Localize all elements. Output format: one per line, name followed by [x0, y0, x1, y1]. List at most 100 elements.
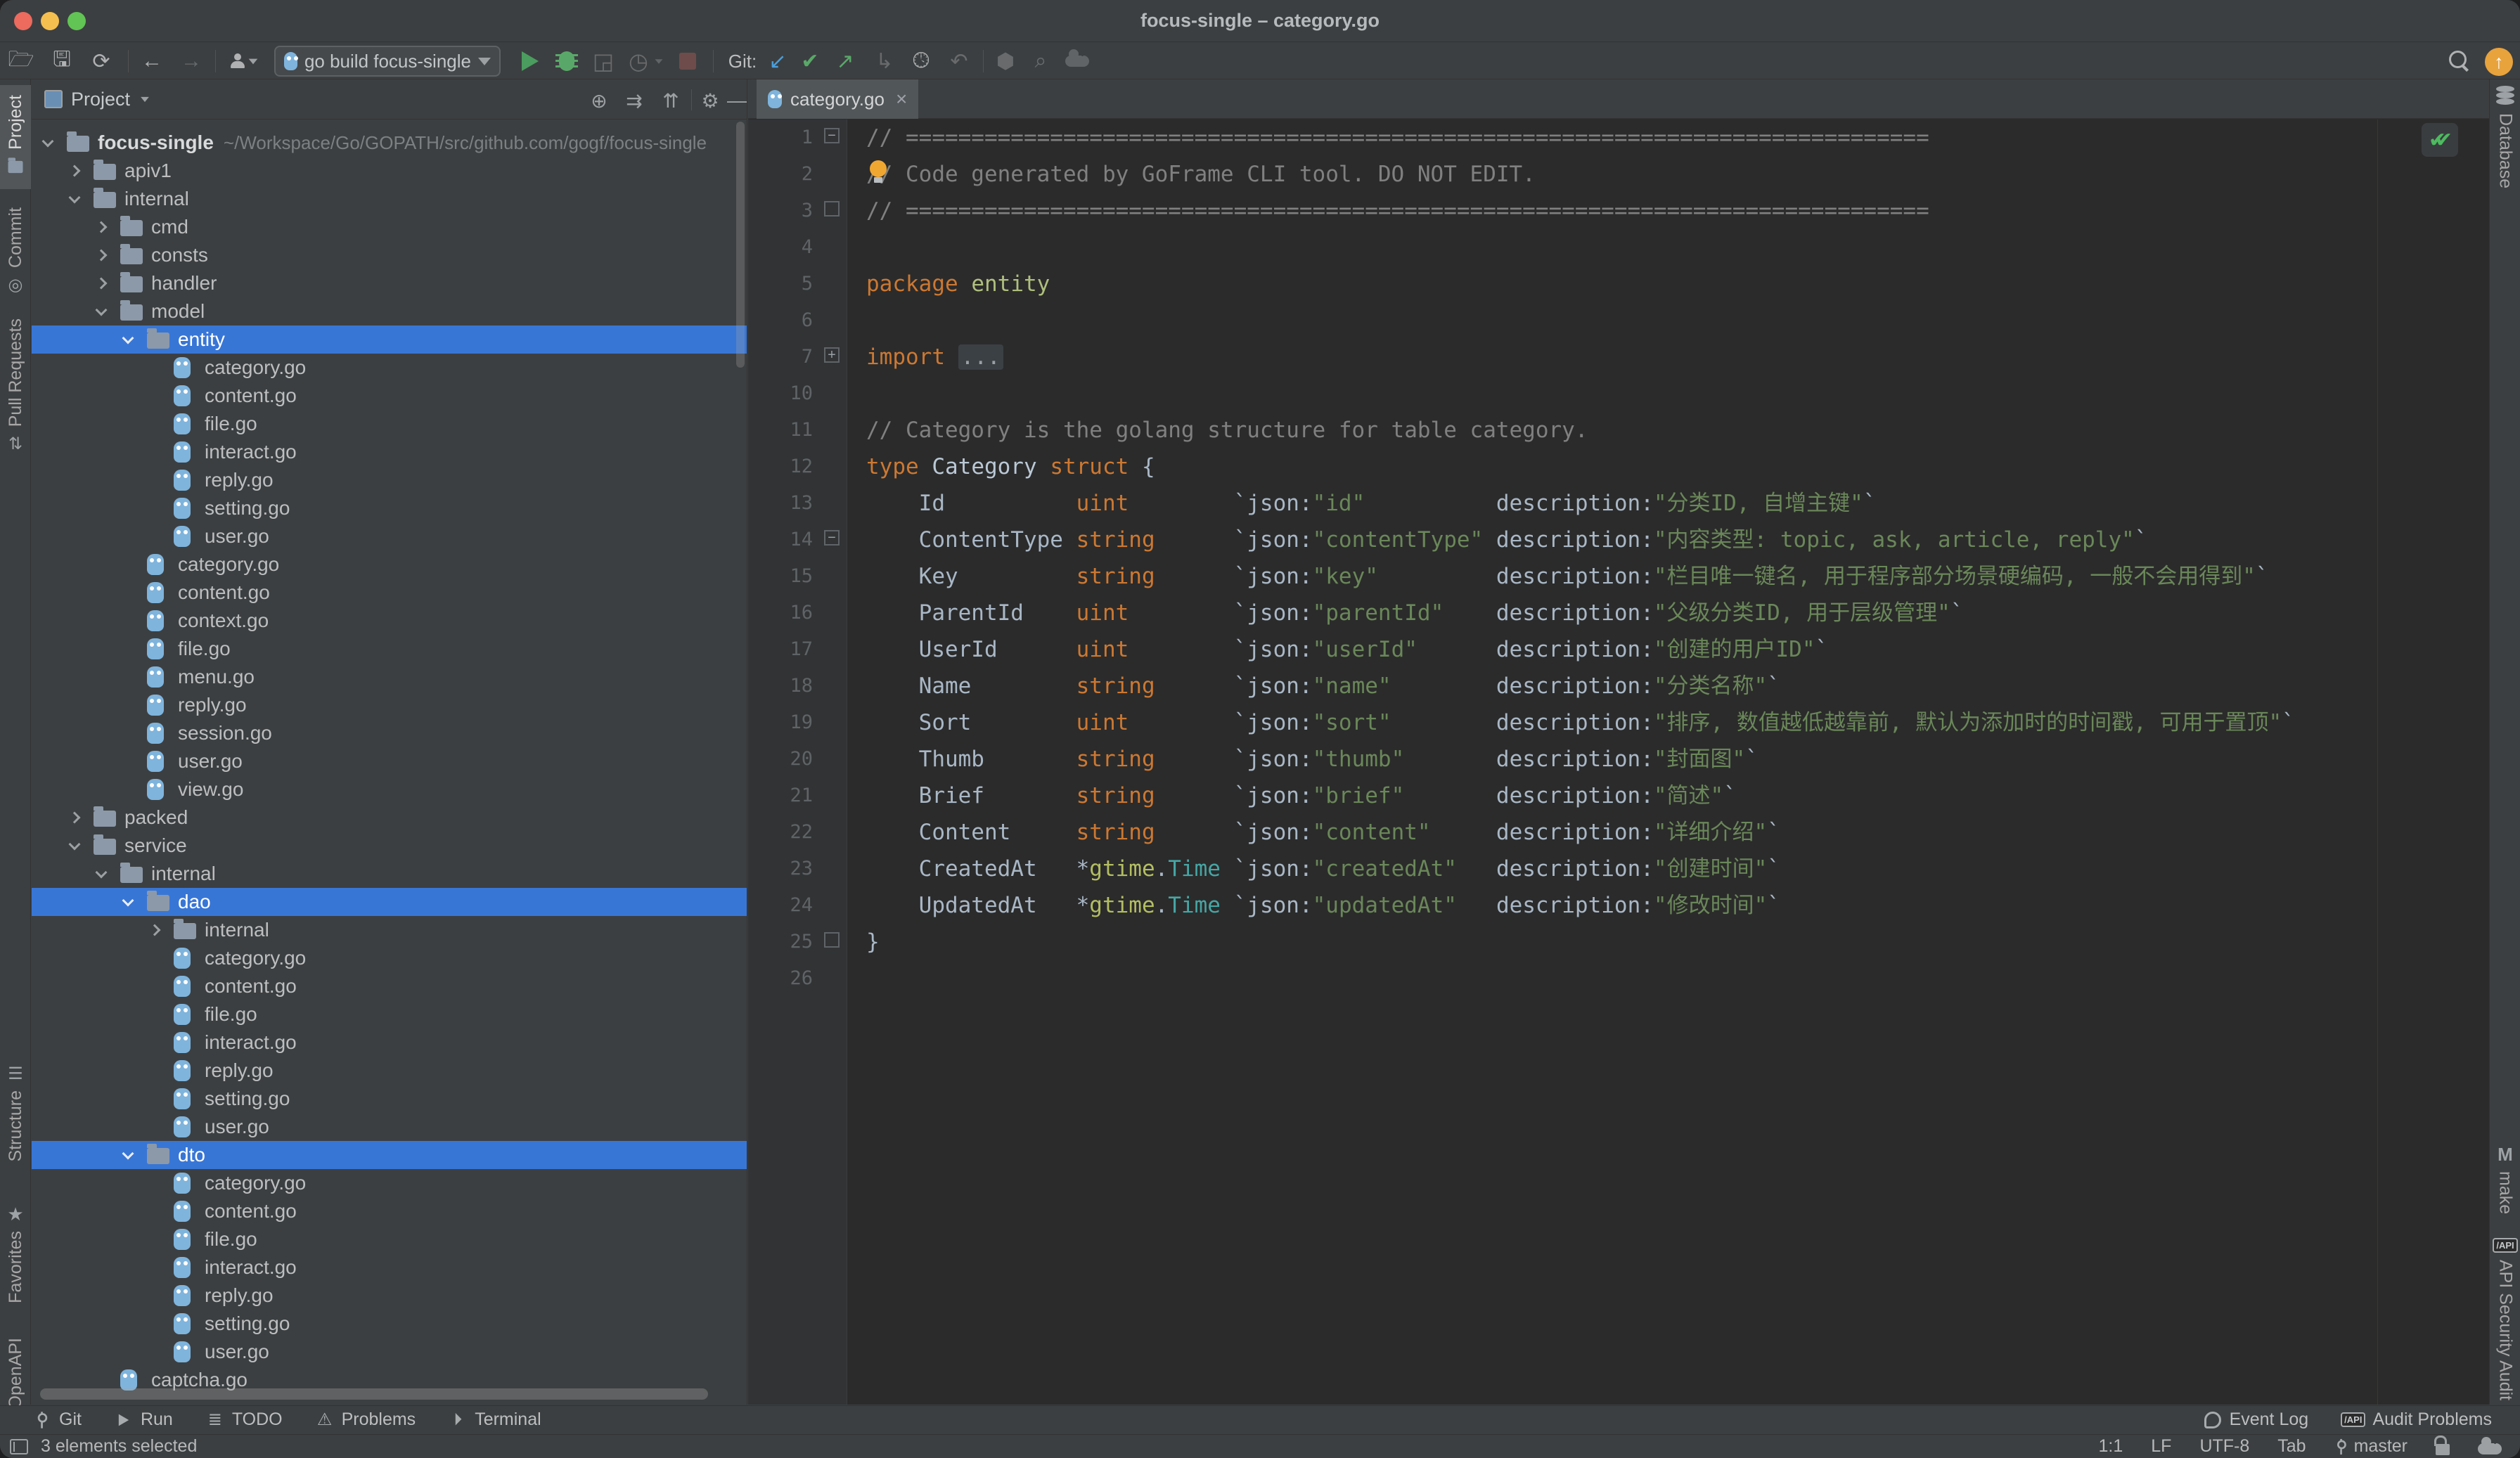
git-rollback-icon[interactable]: ↶: [945, 47, 973, 75]
collapse-all-icon[interactable]: ⇈: [659, 89, 683, 112]
profiler-caret-icon[interactable]: [651, 47, 667, 75]
chevron-right-icon[interactable]: [69, 812, 81, 824]
tree-item-category-go[interactable]: category.go: [32, 354, 747, 382]
event-log-button[interactable]: Event Log: [2203, 1409, 2309, 1430]
profiler-icon[interactable]: ◷: [624, 47, 652, 75]
code-line[interactable]: package entity: [866, 266, 1050, 302]
tree-item-interact-go[interactable]: interact.go: [32, 438, 747, 466]
chevron-down-icon[interactable]: [122, 1148, 134, 1160]
close-tab-icon[interactable]: ×: [896, 88, 907, 110]
tree-item-setting-go[interactable]: setting.go: [32, 1310, 747, 1338]
sidebar-tab-project[interactable]: Project: [0, 85, 31, 189]
tree-item-focus-single[interactable]: focus-single~/Workspace/Go/GOPATH/src/gi…: [32, 129, 747, 157]
locate-file-icon[interactable]: ⊕: [587, 89, 611, 112]
user-profile-caret-icon[interactable]: [245, 47, 262, 75]
chevron-down-icon[interactable]: [122, 333, 134, 344]
code-line[interactable]: type Category struct {: [866, 449, 1155, 485]
search-history-icon[interactable]: ⌕: [1027, 47, 1055, 75]
sidebar-tab-structure[interactable]: ☰ Structure: [0, 1064, 31, 1190]
sidebar-tab-database[interactable]: Database: [2490, 86, 2520, 248]
fold-marker-icon[interactable]: [824, 201, 840, 217]
chevron-down-icon[interactable]: [69, 839, 81, 851]
run-configuration-select[interactable]: go build focus-single: [274, 46, 501, 77]
tree-item-model[interactable]: model: [32, 297, 747, 325]
chevron-right-icon[interactable]: [149, 924, 161, 936]
tree-item-consts[interactable]: consts: [32, 241, 747, 269]
project-vertical-scrollbar[interactable]: [736, 122, 745, 368]
stop-icon[interactable]: [674, 47, 702, 75]
tree-item-file-go[interactable]: file.go: [32, 635, 747, 663]
code-line[interactable]: UserId uint `json:"userId" description:"…: [866, 631, 1828, 668]
code-line[interactable]: }: [866, 924, 880, 960]
tree-item-interact-go[interactable]: interact.go: [32, 1028, 747, 1057]
tree-item-service[interactable]: service: [32, 832, 747, 860]
code-line[interactable]: // =====================================…: [866, 193, 1929, 229]
toolwindow-terminal[interactable]: ⏵︎ Terminal: [448, 1409, 541, 1430]
open-folder-icon[interactable]: 🗁︎: [7, 47, 35, 75]
code-line[interactable]: Key string `json:"key" description:"栏目唯一…: [866, 558, 2269, 595]
fold-marker-icon[interactable]: [824, 932, 840, 948]
expand-all-icon[interactable]: ⇉: [622, 89, 646, 112]
code-line[interactable]: ContentType string `json:"contentType" d…: [866, 522, 2147, 558]
tree-item-internal[interactable]: internal: [32, 185, 747, 213]
code-line[interactable]: // Category is the golang structure for …: [866, 412, 1588, 449]
tree-item-user-go[interactable]: user.go: [32, 522, 747, 550]
tree-item-reply-go[interactable]: reply.go: [32, 1282, 747, 1310]
chevron-down-icon[interactable]: [141, 96, 149, 101]
sidebar-tab-api-security-audit[interactable]: /API API Security Audit: [2490, 1238, 2520, 1421]
fold-marker-icon[interactable]: −: [824, 530, 840, 546]
tree-item-dto[interactable]: dto: [32, 1141, 747, 1169]
tree-item-entity[interactable]: entity: [32, 325, 747, 354]
inspection-status-icon[interactable]: ✔✔: [2422, 123, 2458, 157]
toolwindow-todo[interactable]: ≣ TODO: [205, 1409, 283, 1430]
file-encoding[interactable]: UTF-8: [2199, 1436, 2249, 1457]
tree-item-file-go[interactable]: file.go: [32, 1000, 747, 1028]
toolwindow-toggle-icon[interactable]: [10, 1439, 28, 1454]
intention-bulb-icon[interactable]: [869, 160, 887, 184]
run-coverage-icon[interactable]: ◲: [589, 47, 617, 75]
tree-item-file-go[interactable]: file.go: [32, 1225, 747, 1253]
cloud-icon[interactable]: [1063, 47, 1091, 75]
tree-item-dao[interactable]: dao: [32, 888, 747, 916]
code-line[interactable]: Content string `json:"content" descripti…: [866, 814, 1780, 851]
update-notification-button[interactable]: ↑: [2485, 48, 2513, 76]
tree-item-cmd[interactable]: cmd: [32, 213, 747, 241]
tree-item-user-go[interactable]: user.go: [32, 747, 747, 775]
code-line[interactable]: import ...: [866, 339, 1003, 375]
cloud-settings-icon[interactable]: [2478, 1443, 2502, 1454]
project-horizontal-scrollbar[interactable]: [40, 1388, 708, 1400]
tree-item-internal[interactable]: internal: [32, 916, 747, 944]
toolwindow-git[interactable]: Git: [32, 1409, 82, 1430]
tree-item-internal[interactable]: internal: [32, 860, 747, 888]
sidebar-tab-make[interactable]: M make: [2490, 1144, 2520, 1229]
search-everywhere-icon[interactable]: [2445, 47, 2474, 75]
toolwindow-run[interactable]: Run: [114, 1409, 173, 1430]
code-line[interactable]: // =====================================…: [866, 120, 1929, 156]
tree-item-reply-go[interactable]: reply.go: [32, 466, 747, 494]
tree-item-setting-go[interactable]: setting.go: [32, 494, 747, 522]
tree-item-user-go[interactable]: user.go: [32, 1338, 747, 1366]
hide-panel-icon[interactable]: —: [725, 89, 747, 112]
folded-imports[interactable]: ...: [958, 344, 1003, 370]
tree-item-user-go[interactable]: user.go: [32, 1113, 747, 1141]
tree-item-interact-go[interactable]: interact.go: [32, 1253, 747, 1282]
code-line[interactable]: Name string `json:"name" description:"分类…: [866, 668, 1780, 704]
tree-item-context-go[interactable]: context.go: [32, 607, 747, 635]
chevron-right-icon[interactable]: [96, 221, 108, 233]
tree-item-packed[interactable]: packed: [32, 804, 747, 832]
back-icon[interactable]: ←: [138, 47, 166, 75]
sidebar-tab-pull-requests[interactable]: Pull Requests ⇅: [0, 311, 31, 459]
chevron-right-icon[interactable]: [96, 278, 108, 290]
caret-position[interactable]: 1:1: [2099, 1436, 2123, 1457]
git-branch-widget[interactable]: master: [2334, 1436, 2408, 1457]
gear-icon[interactable]: ⚙: [698, 89, 722, 112]
code-line[interactable]: Thumb string `json:"thumb" description:"…: [866, 741, 1759, 778]
sidebar-tab-commit[interactable]: Commit ◎: [0, 200, 31, 302]
git-push-icon[interactable]: ↗: [831, 47, 859, 75]
tree-item-content-go[interactable]: content.go: [32, 1197, 747, 1225]
line-separator[interactable]: LF: [2151, 1436, 2171, 1457]
debug-icon[interactable]: [553, 47, 581, 75]
sync-icon[interactable]: ⟳: [87, 47, 115, 75]
chevron-right-icon[interactable]: [96, 250, 108, 262]
code-line[interactable]: // Code generated by GoFrame CLI tool. D…: [866, 156, 1536, 193]
